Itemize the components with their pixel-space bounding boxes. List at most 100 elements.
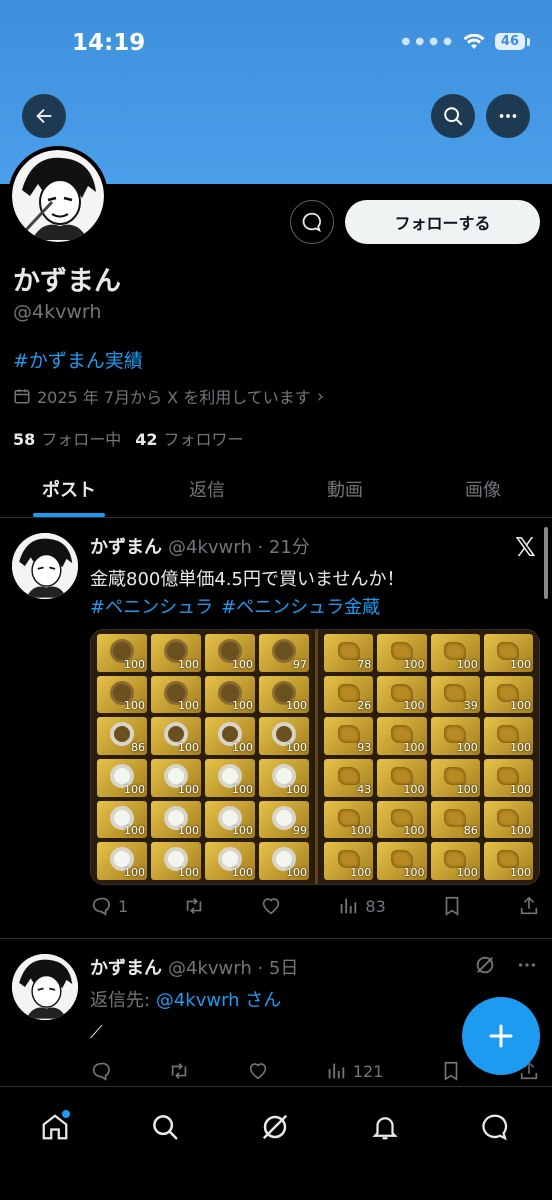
inventory-slot: 100 (151, 675, 201, 714)
follow-button[interactable]: フォローする (345, 200, 540, 244)
user-handle: @4kvwrh (13, 301, 102, 323)
nav-notifications[interactable] (365, 1107, 405, 1147)
item-quantity: 100 (232, 824, 253, 838)
item-quantity: 100 (510, 657, 531, 671)
post-avatar[interactable] (12, 533, 78, 599)
inventory-slot: 100 (324, 842, 374, 880)
tab-replies[interactable]: 返信 (138, 460, 276, 517)
post-avatar[interactable] (12, 954, 78, 1020)
nav-home[interactable] (35, 1107, 75, 1147)
bar-chart-icon (328, 1063, 345, 1079)
like-button[interactable] (247, 1060, 269, 1082)
inventory-slot: 100 (483, 634, 533, 672)
inventory-slot: 86 (430, 800, 480, 839)
post-meta: @4kvwrh · 5日 (168, 958, 299, 979)
battery-icon (527, 37, 530, 46)
item-quantity: 100 (232, 740, 253, 754)
follow-counts: 58 フォロー中 42 フォロワー (13, 426, 244, 450)
item-quantity: 100 (178, 699, 199, 713)
bookmark-button[interactable] (441, 895, 463, 917)
tab-posts[interactable]: ポスト (0, 460, 138, 517)
more-button[interactable] (486, 94, 530, 138)
inventory-slot: 100 (377, 800, 427, 839)
search-icon (153, 1115, 178, 1140)
inventory-slot: 100 (259, 842, 309, 880)
item-quantity: 86 (463, 824, 478, 838)
inventory-slot: 100 (151, 842, 201, 880)
item-quantity: 100 (124, 782, 145, 796)
message-bubble-icon (302, 212, 321, 233)
views-button[interactable]: 121 (325, 1060, 383, 1082)
grok-icon[interactable] (474, 954, 496, 976)
view-count: 83 (365, 896, 386, 916)
repost-icon (187, 898, 202, 914)
tab-videos[interactable]: 動画 (276, 460, 414, 517)
bio-hashtag-link[interactable]: #かずまん実績 (13, 346, 143, 373)
following-link[interactable]: 58 フォロー中 (13, 426, 121, 450)
item-quantity: 39 (463, 699, 478, 713)
inventory-slot: 100 (430, 717, 480, 755)
item-quantity: 100 (124, 657, 145, 671)
joined-date-row[interactable]: 2025 年 7月から X を利用しています › (13, 384, 324, 408)
compose-post-button[interactable] (462, 997, 540, 1075)
item-quantity: 100 (232, 782, 253, 796)
followers-link[interactable]: 42 フォロワー (135, 426, 243, 450)
post-media-image[interactable]: 100 100 100 97 100 100 100 100 86 100 100 100 100 100… (90, 629, 540, 885)
inventory-slot: 100 (97, 675, 147, 714)
post-item[interactable]: かずまん @4kvwrh · 21分 𝕏 金蔵800億単価4.5円で買いませんか… (0, 519, 552, 939)
reply-button[interactable] (90, 1060, 112, 1082)
inventory-slot: 100 (430, 842, 480, 880)
item-quantity: 100 (510, 740, 531, 754)
inventory-slot: 100 (377, 717, 427, 755)
item-quantity: 86 (131, 740, 145, 754)
share-button[interactable] (518, 895, 540, 917)
item-quantity: 100 (403, 782, 425, 796)
reply-prefix: 返信先: (90, 990, 151, 1011)
inventory-slot: 100 (377, 675, 427, 714)
media-panel-right: 78 100 100 100 26 100 39 100 93 100 100 100 43 100 100… (315, 630, 539, 884)
repost-button[interactable] (183, 895, 205, 917)
inventory-slot: 26 (324, 675, 374, 714)
post-author-name[interactable]: かずまん (90, 954, 162, 980)
inventory-slot: 78 (324, 634, 374, 672)
item-quantity: 100 (178, 657, 199, 671)
heart-icon (249, 1063, 266, 1080)
repost-button[interactable] (168, 1060, 190, 1082)
message-button[interactable] (290, 200, 334, 244)
reply-count: 1 (118, 896, 129, 916)
item-quantity: 100 (456, 740, 478, 754)
hashtag-link[interactable]: #ペニンシュラ金蔵 (221, 593, 380, 619)
more-dots-icon[interactable] (516, 954, 538, 976)
post-author-name[interactable]: かずまん (90, 533, 162, 559)
item-quantity: 100 (456, 657, 478, 671)
hashtag-link[interactable]: #ペニンシュラ (90, 593, 213, 619)
back-button[interactable] (22, 94, 66, 138)
tab-images[interactable]: 画像 (414, 460, 552, 517)
nav-search[interactable] (145, 1107, 185, 1147)
search-button[interactable] (431, 94, 475, 138)
like-button[interactable] (260, 895, 282, 917)
bookmark-button[interactable] (440, 1060, 462, 1082)
reply-icon (92, 897, 110, 916)
nav-grok[interactable] (255, 1107, 295, 1147)
inventory-slot: 100 (483, 758, 533, 797)
inventory-slot: 100 (377, 634, 427, 672)
arrow-left-icon (36, 108, 52, 124)
reply-to-link[interactable]: @4kvwrh (156, 990, 240, 1011)
reply-button[interactable]: 1 (90, 895, 128, 917)
scrollbar[interactable] (544, 527, 548, 599)
item-quantity: 100 (510, 699, 531, 713)
repost-icon (172, 1063, 187, 1079)
item-quantity: 78 (357, 657, 372, 671)
post-actions: 1 83 (90, 895, 540, 917)
item-quantity: 100 (350, 866, 372, 879)
nav-messages[interactable] (475, 1107, 515, 1147)
item-quantity: 100 (124, 866, 145, 879)
inventory-slot: 100 (205, 717, 255, 755)
views-button[interactable]: 83 (337, 895, 386, 917)
profile-avatar[interactable] (8, 146, 108, 246)
post-header-icons (474, 954, 538, 976)
item-quantity: 100 (403, 657, 425, 671)
inventory-slot: 100 (205, 675, 255, 714)
post-text: 金蔵800億単価4.5円で買いませんか！ (90, 569, 405, 590)
